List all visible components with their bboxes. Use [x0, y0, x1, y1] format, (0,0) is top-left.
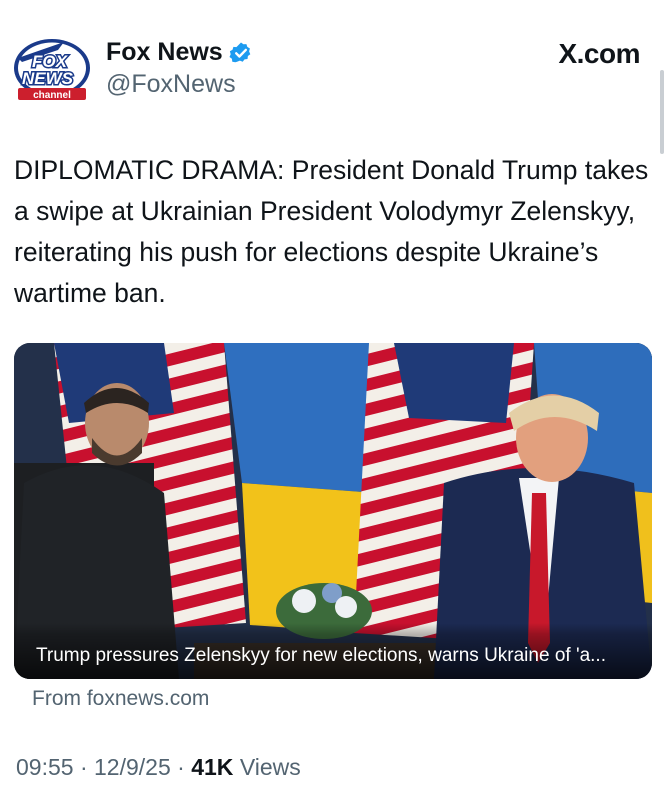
views-count: 41K [191, 754, 234, 780]
meta-separator: · [79, 754, 95, 780]
tweet-text: DIPLOMATIC DRAMA: President Donald Trump… [14, 155, 649, 308]
account-handle[interactable]: @FoxNews [106, 70, 236, 99]
logo-text-channel: channel [33, 90, 71, 101]
caption-overlay: Trump pressures Zelenskyy for new electi… [14, 623, 652, 679]
tweet-time[interactable]: 09:55 [16, 754, 74, 780]
account-name-row[interactable]: Fox News [106, 38, 253, 67]
tweet-meta: 09:55 · 12/9/25 · 41K Views [16, 754, 301, 781]
fox-news-avatar[interactable]: FOX NEWS channel [10, 36, 94, 104]
site-label: X.com [558, 38, 640, 69]
scrollbar[interactable] [660, 70, 664, 154]
verified-badge-icon [229, 42, 251, 62]
tweet-date[interactable]: 12/9/25 [94, 754, 171, 780]
account-name[interactable]: Fox News [106, 38, 223, 67]
logo-text-news: NEWS [22, 69, 74, 88]
views-label: Views [239, 754, 301, 780]
card-caption[interactable]: Trump pressures Zelenskyy for new electi… [36, 645, 606, 667]
card-source[interactable]: From foxnews.com [32, 687, 209, 711]
meta-separator: · [177, 754, 192, 780]
link-card-image[interactable]: Trump pressures Zelenskyy for new electi… [14, 343, 652, 679]
